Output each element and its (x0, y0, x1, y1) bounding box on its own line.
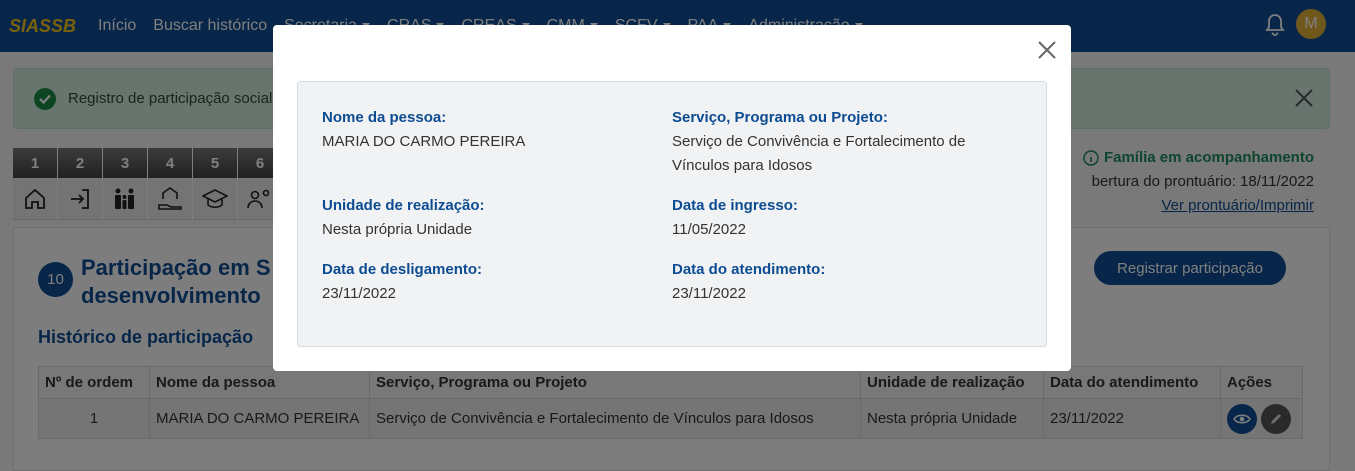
field-service-date: Data do atendimento: 23/11/2022 (672, 258, 825, 306)
participation-detail-modal: Nome da pessoa: MARIA DO CARMO PEREIRA S… (273, 25, 1071, 371)
service-date-value: 23/11/2022 (672, 285, 746, 302)
field-exit-date: Data de desligamento: 23/11/2022 (322, 258, 482, 306)
exit-date-value: 23/11/2022 (322, 285, 396, 302)
unit-label: Unidade de realização: (322, 197, 485, 214)
field-unit: Unidade de realização: Nesta própria Uni… (322, 194, 485, 242)
service-value-line2: Vínculos para Idosos (672, 157, 813, 174)
modal-close-icon[interactable] (1036, 39, 1058, 61)
field-service: Serviço, Programa ou Projeto: Serviço de… (672, 106, 965, 178)
entry-date-value: 11/05/2022 (672, 221, 746, 238)
entry-date-label: Data de ingresso: (672, 197, 798, 214)
person-name-value: MARIA DO CARMO PEREIRA (322, 133, 526, 150)
exit-date-label: Data de desligamento: (322, 261, 483, 278)
service-date-label: Data do atendimento: (672, 261, 826, 278)
field-entry-date: Data de ingresso: 11/05/2022 (672, 194, 798, 242)
person-name-label: Nome da pessoa: (322, 109, 447, 126)
field-person-name: Nome da pessoa: MARIA DO CARMO PEREIRA (322, 106, 525, 154)
service-value-line1: Serviço de Convivência e Fortalecimento … (672, 133, 966, 150)
detail-card: Nome da pessoa: MARIA DO CARMO PEREIRA S… (297, 81, 1047, 347)
service-label: Serviço, Programa ou Projeto: (672, 109, 888, 126)
unit-value: Nesta própria Unidade (322, 221, 473, 238)
